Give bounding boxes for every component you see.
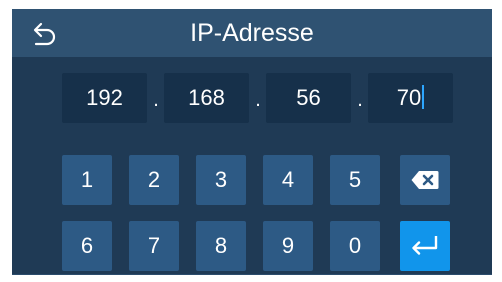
ip-octet-4-value: 70 [396,85,422,110]
backspace-button[interactable] [400,155,450,205]
key-4[interactable]: 4 [263,155,313,205]
key-8[interactable]: 8 [196,221,246,271]
ip-separator: . [153,89,159,111]
ip-octet-2-value: 168 [188,85,225,110]
backspace-icon [411,171,439,189]
key-9[interactable]: 9 [263,221,313,271]
key-6[interactable]: 6 [62,221,112,271]
ip-address-screen: IP-Adresse 192 . 168 . 56 . 70 1 2 3 4 5… [12,9,492,275]
ip-octet-3-value: 56 [296,85,321,110]
key-1[interactable]: 1 [62,155,112,205]
enter-icon [412,236,438,255]
back-arrow-icon [33,22,56,46]
enter-button[interactable] [400,221,450,271]
page-title: IP-Adresse [190,19,314,47]
key-3[interactable]: 3 [196,155,246,205]
ip-separator: . [357,89,363,111]
key-7[interactable]: 7 [129,221,179,271]
ip-octet-4-field[interactable]: 70 [368,73,453,123]
text-caret [422,85,425,109]
key-0[interactable]: 0 [330,221,380,271]
back-button[interactable] [32,21,58,47]
key-5[interactable]: 5 [330,155,380,205]
ip-octet-1-value: 192 [86,85,123,110]
header-bar: IP-Adresse [12,9,492,57]
ip-address-input: 192 . 168 . 56 . 70 [12,73,492,123]
ip-octet-3-field[interactable]: 56 [266,73,351,123]
ip-octet-2-field[interactable]: 168 [164,73,249,123]
ip-separator: . [255,89,261,111]
ip-octet-1-field[interactable]: 192 [62,73,147,123]
key-2[interactable]: 2 [129,155,179,205]
